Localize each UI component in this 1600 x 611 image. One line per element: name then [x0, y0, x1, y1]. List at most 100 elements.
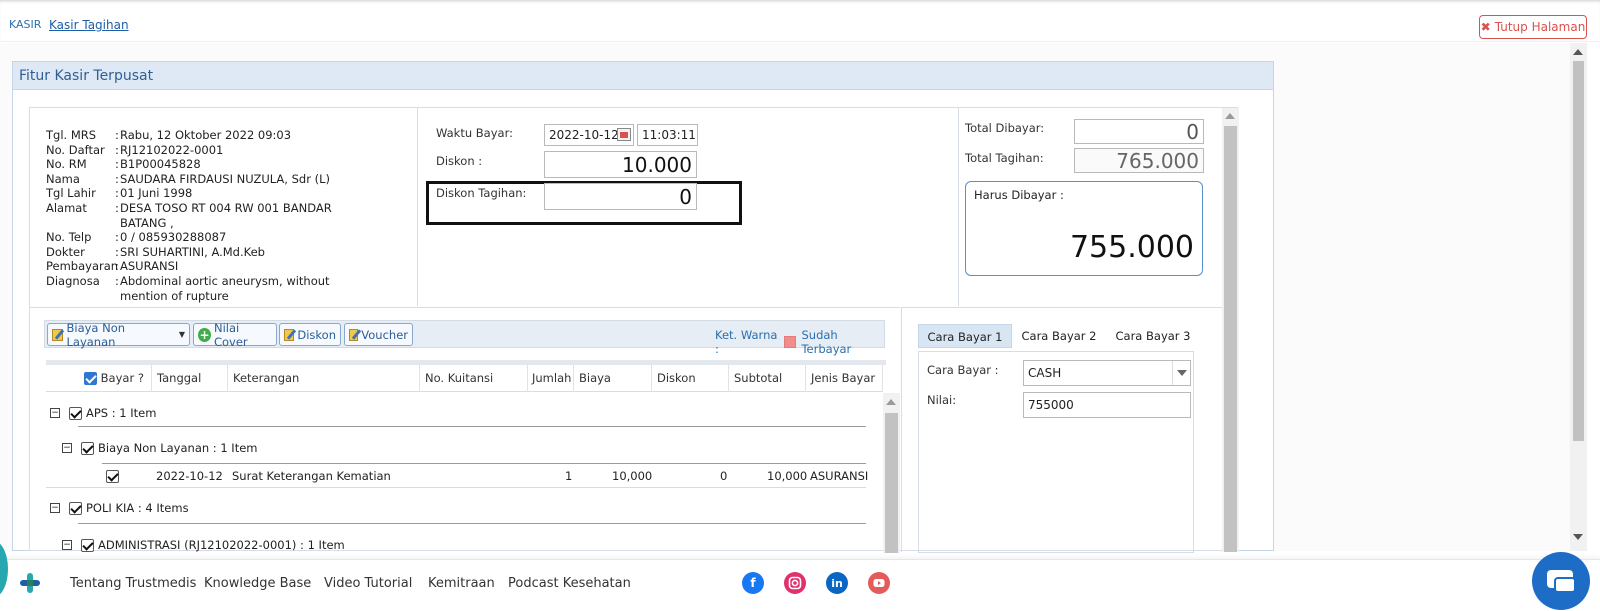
- column-discount[interactable]: Diskon: [652, 365, 729, 392]
- column-pay[interactable]: Bayar ?: [46, 365, 152, 392]
- edit-icon: [349, 328, 359, 341]
- edit-icon: [52, 328, 64, 341]
- voucher-button[interactable]: Voucher: [344, 323, 413, 346]
- group-row-aps[interactable]: − APS : 1 Item: [50, 401, 156, 425]
- non-service-cost-label: Biaya Non Layanan: [66, 320, 126, 349]
- footer-link-podcast[interactable]: Podcast Kesehatan: [508, 576, 631, 591]
- scroll-up-icon[interactable]: [1225, 113, 1235, 119]
- payment-method-form: Cara Bayar : CASH Nilai: 755000: [918, 351, 1194, 553]
- discount-button[interactable]: Diskon: [279, 323, 341, 346]
- discount-field[interactable]: 10.000: [544, 151, 697, 178]
- non-service-cost-button[interactable]: Biaya Non Layanan ▼: [47, 320, 190, 349]
- group-divider: [102, 463, 866, 464]
- row-description: Surat Keterangan Kematian: [232, 469, 391, 483]
- collapse-icon[interactable]: −: [50, 408, 60, 418]
- form-scrollbar[interactable]: [1222, 108, 1239, 552]
- column-receipt-no[interactable]: No. Kuitansi: [420, 365, 528, 392]
- form-scroll-thumb[interactable]: [1224, 126, 1237, 552]
- payment-date-value: 2022-10-12: [549, 128, 619, 142]
- voucher-button-label: Voucher: [361, 327, 408, 342]
- cashier-form: Tgl. MRS: Rabu, 12 Oktober 2022 09:03 No.…: [29, 107, 1239, 553]
- panel-title: Fitur Kasir Terpusat: [13, 62, 1273, 90]
- tab-payment-method-1[interactable]: Cara Bayar 1: [918, 324, 1012, 348]
- footer-link-partnership[interactable]: Kemitraan: [428, 576, 495, 591]
- payment-time-label: Waktu Bayar:: [436, 126, 513, 140]
- row-checkbox[interactable]: [81, 538, 94, 552]
- payment-time-value: 11:03:11: [642, 128, 696, 142]
- row-checkbox[interactable]: [69, 406, 82, 420]
- select-all-checkbox[interactable]: [84, 372, 97, 385]
- legend-paid-label: Sudah Terbayar: [801, 328, 852, 356]
- footer-link-about[interactable]: Tentang Trustmedis: [70, 576, 196, 591]
- breadcrumb-root[interactable]: KASIR: [9, 18, 41, 31]
- amount-due-label: Harus Dibayar :: [974, 188, 1064, 202]
- facebook-icon[interactable]: f: [742, 572, 764, 594]
- grid-toolbar: Biaya Non Layanan ▼ + Nilai Cover Diskon…: [44, 320, 885, 356]
- scroll-down-icon[interactable]: [1573, 534, 1583, 540]
- collapse-icon[interactable]: −: [50, 503, 60, 513]
- amount-label: Nilai:: [927, 393, 957, 407]
- trustmedis-logo-icon[interactable]: [18, 571, 42, 595]
- color-legend: Ket. Warna : Sudah Terbayar: [715, 328, 884, 356]
- payment-date-field[interactable]: 2022-10-12: [544, 124, 634, 146]
- payment-method-label: Cara Bayar :: [927, 363, 999, 377]
- legend-swatch-paid: [784, 336, 797, 348]
- tab-payment-method-3[interactable]: Cara Bayar 3: [1113, 324, 1193, 348]
- discount-button-label: Diskon: [297, 327, 336, 342]
- cover-value-button[interactable]: + Nilai Cover: [193, 320, 277, 349]
- group-row-administration[interactable]: − ADMINISTRASI (RJ12102022-0001) : 1 Ite…: [62, 533, 345, 553]
- footer-link-video-tutorial[interactable]: Video Tutorial: [324, 576, 412, 591]
- column-qty[interactable]: Jumlah: [528, 365, 574, 392]
- column-cost[interactable]: Biaya: [574, 365, 652, 392]
- bill-grid-section: Biaya Non Layanan ▼ + Nilai Cover Diskon…: [30, 307, 900, 553]
- top-bar: KASIR Kasir Tagihan ✖ Tutup Halaman: [0, 0, 1600, 42]
- row-date: 2022-10-12: [156, 469, 223, 483]
- youtube-icon[interactable]: [868, 572, 890, 594]
- scroll-up-icon[interactable]: [1573, 49, 1583, 55]
- row-checkbox[interactable]: [69, 501, 82, 515]
- close-page-label: Tutup Halaman: [1494, 20, 1586, 34]
- grid-scrollbar[interactable]: [883, 393, 900, 553]
- tab-payment-method-2[interactable]: Cara Bayar 2: [1019, 324, 1099, 348]
- plus-circle-icon: +: [198, 327, 211, 342]
- breadcrumb-current[interactable]: Kasir Tagihan: [49, 18, 129, 32]
- row-subtotal: 10,000: [767, 469, 808, 483]
- calendar-icon[interactable]: [617, 128, 631, 141]
- payment-method-select[interactable]: CASH: [1023, 360, 1191, 386]
- collapse-icon[interactable]: −: [62, 540, 72, 550]
- chevron-down-icon[interactable]: [1172, 361, 1190, 385]
- bill-discount-field[interactable]: 0: [544, 183, 697, 210]
- row-checkbox[interactable]: [81, 441, 94, 455]
- column-subtotal[interactable]: Subtotal: [729, 365, 806, 392]
- footer-link-knowledge-base[interactable]: Knowledge Base: [204, 576, 311, 591]
- scroll-up-icon[interactable]: [886, 399, 896, 405]
- linkedin-icon[interactable]: in: [826, 572, 848, 594]
- group-row-poli-kia[interactable]: − POLI KIA : 4 Items: [50, 496, 189, 520]
- collapse-icon[interactable]: −: [62, 443, 72, 453]
- info-row: Dokter: SRI SUHARTINI, A.Md.Keb: [46, 244, 265, 259]
- total-paid-field[interactable]: 0: [1074, 119, 1204, 144]
- total-bill-field: 765.000: [1074, 148, 1204, 173]
- bill-discount-label: Diskon Tagihan:: [436, 186, 527, 200]
- column-date[interactable]: Tanggal: [152, 365, 228, 392]
- column-pay-type[interactable]: Jenis Bayar: [806, 365, 883, 392]
- close-page-button[interactable]: ✖ Tutup Halaman: [1479, 15, 1587, 39]
- patient-info: Tgl. MRS: Rabu, 12 Oktober 2022 09:03 No.…: [30, 108, 418, 306]
- info-row: Diagnosa: Abdominal aortic aneurysm, with…: [46, 273, 330, 303]
- row-checkbox[interactable]: [106, 470, 119, 483]
- page-scrollbar[interactable]: [1570, 43, 1587, 551]
- info-row: No. Telp:0 / 085930288087: [46, 230, 227, 245]
- grid-scroll-thumb[interactable]: [885, 413, 898, 553]
- instagram-icon[interactable]: [784, 572, 806, 594]
- grid-body: − APS : 1 Item − Biaya Non Layanan : 1 I…: [46, 393, 883, 553]
- legend-label: Ket. Warna :: [715, 328, 778, 356]
- group-row-non-service[interactable]: − Biaya Non Layanan : 1 Item: [62, 436, 258, 460]
- payment-time-field[interactable]: 11:03:11: [637, 124, 698, 146]
- chat-widget-button[interactable]: [1532, 552, 1590, 610]
- cover-value-label: Nilai Cover: [213, 320, 248, 349]
- column-description[interactable]: Keterangan: [228, 365, 420, 392]
- amount-field[interactable]: 755000: [1023, 392, 1191, 418]
- info-row: No. RM: B1P00045828: [46, 157, 201, 172]
- page-scroll-thumb[interactable]: [1573, 61, 1584, 441]
- total-bill-label: Total Tagihan:: [965, 151, 1044, 165]
